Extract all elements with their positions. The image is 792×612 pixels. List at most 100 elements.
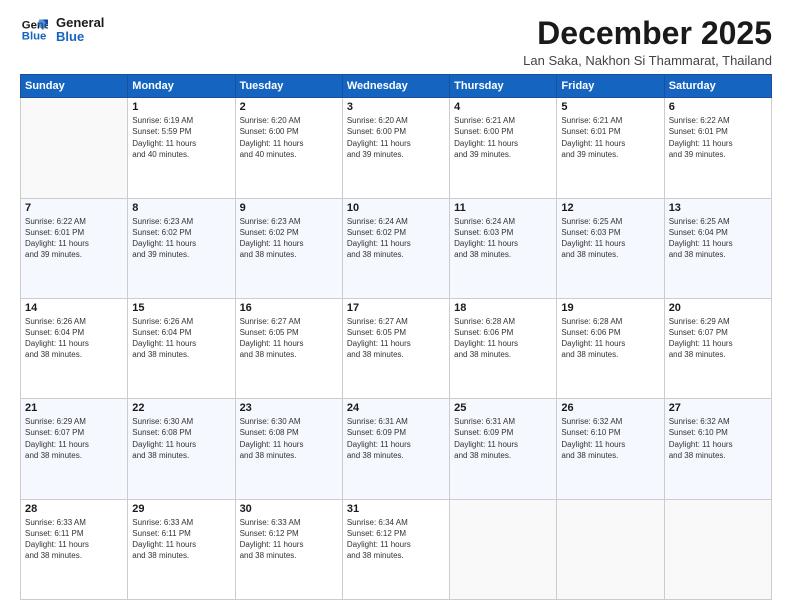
day-number: 11 — [454, 202, 552, 214]
day-info: Sunrise: 6:29 AM Sunset: 6:07 PM Dayligh… — [669, 316, 767, 361]
day-info: Sunrise: 6:33 AM Sunset: 6:12 PM Dayligh… — [240, 517, 338, 562]
calendar-day-22: 22 Sunrise: 6:30 AM Sunset: 6:08 PM Dayli… — [128, 399, 235, 499]
calendar-week-row: 7Sunrise: 6:22 AM Sunset: 6:01 PM Daylig… — [21, 198, 772, 298]
calendar-day-28: 28Sunrise: 6:33 AM Sunset: 6:11 PM Dayli… — [21, 499, 128, 599]
calendar-day-16: 16Sunrise: 6:27 AM Sunset: 6:05 PM Dayli… — [235, 298, 342, 398]
day-info: Sunrise: 6:22 AM Sunset: 6:01 PM Dayligh… — [669, 115, 767, 160]
day-number: 19 — [561, 302, 659, 314]
day-number: 5 — [561, 101, 659, 113]
logo: General Blue General Blue — [20, 16, 104, 45]
logo-blue: Blue — [56, 30, 104, 44]
day-number: 27 — [669, 402, 767, 414]
day-number: 9 — [240, 202, 338, 214]
day-number: 3 — [347, 101, 445, 113]
calendar-day-19: 19 Sunrise: 6:28 AM Sunset: 6:06 PM Dayli… — [557, 298, 664, 398]
calendar-week-row: 14 Sunrise: 6:26 AM Sunset: 6:04 PM Dayli… — [21, 298, 772, 398]
day-info: Sunrise: 6:25 AM Sunset: 6:04 PM Dayligh… — [669, 216, 767, 261]
day-number: 21 — [25, 402, 123, 414]
day-number: 29 — [132, 503, 230, 515]
svg-text:Blue: Blue — [22, 31, 47, 43]
calendar-day-21: 21 Sunrise: 6:29 AM Sunset: 6:07 PM Dayli… — [21, 399, 128, 499]
day-info: Sunrise: 6:28 AM Sunset: 6:06 PM Dayligh… — [454, 316, 552, 361]
calendar-day-10: 10Sunrise: 6:24 AM Sunset: 6:02 PM Dayli… — [342, 198, 449, 298]
calendar-day-31: 31Sunrise: 6:34 AM Sunset: 6:12 PM Dayli… — [342, 499, 449, 599]
col-header-saturday: Saturday — [664, 75, 771, 98]
empty-cell — [21, 98, 128, 198]
day-info: Sunrise: 6:22 AM Sunset: 6:01 PM Dayligh… — [25, 216, 123, 261]
day-info: Sunrise: 6:33 AM Sunset: 6:11 PM Dayligh… — [132, 517, 230, 562]
title-block: December 2025 Lan Saka, Nakhon Si Thamma… — [523, 16, 772, 68]
calendar-day-11: 11 Sunrise: 6:24 AM Sunset: 6:03 PM Dayli… — [450, 198, 557, 298]
day-number: 12 — [561, 202, 659, 214]
calendar-day-17: 17Sunrise: 6:27 AM Sunset: 6:05 PM Dayli… — [342, 298, 449, 398]
logo-general: General — [56, 16, 104, 30]
calendar-day-23: 23 Sunrise: 6:30 AM Sunset: 6:08 PM Dayli… — [235, 399, 342, 499]
day-info: Sunrise: 6:27 AM Sunset: 6:05 PM Dayligh… — [240, 316, 338, 361]
calendar-day-14: 14 Sunrise: 6:26 AM Sunset: 6:04 PM Dayli… — [21, 298, 128, 398]
day-info: Sunrise: 6:26 AM Sunset: 6:04 PM Dayligh… — [25, 316, 123, 361]
day-info: Sunrise: 6:20 AM Sunset: 6:00 PM Dayligh… — [347, 115, 445, 160]
day-number: 1 — [132, 101, 230, 113]
day-number: 15 — [132, 302, 230, 314]
col-header-monday: Monday — [128, 75, 235, 98]
day-number: 4 — [454, 101, 552, 113]
day-info: Sunrise: 6:21 AM Sunset: 6:00 PM Dayligh… — [454, 115, 552, 160]
day-number: 23 — [240, 402, 338, 414]
calendar-day-5: 5 Sunrise: 6:21 AM Sunset: 6:01 PM Daylig… — [557, 98, 664, 198]
col-header-thursday: Thursday — [450, 75, 557, 98]
day-info: Sunrise: 6:30 AM Sunset: 6:08 PM Dayligh… — [132, 416, 230, 461]
empty-cell — [557, 499, 664, 599]
day-info: Sunrise: 6:33 AM Sunset: 6:11 PM Dayligh… — [25, 517, 123, 562]
day-info: Sunrise: 6:30 AM Sunset: 6:08 PM Dayligh… — [240, 416, 338, 461]
day-number: 14 — [25, 302, 123, 314]
empty-cell — [664, 499, 771, 599]
day-number: 26 — [561, 402, 659, 414]
month-title: December 2025 — [523, 16, 772, 51]
day-number: 30 — [240, 503, 338, 515]
day-number: 25 — [454, 402, 552, 414]
day-info: Sunrise: 6:24 AM Sunset: 6:03 PM Dayligh… — [454, 216, 552, 261]
day-info: Sunrise: 6:31 AM Sunset: 6:09 PM Dayligh… — [454, 416, 552, 461]
col-header-sunday: Sunday — [21, 75, 128, 98]
day-info: Sunrise: 6:32 AM Sunset: 6:10 PM Dayligh… — [669, 416, 767, 461]
day-info: Sunrise: 6:21 AM Sunset: 6:01 PM Dayligh… — [561, 115, 659, 160]
day-info: Sunrise: 6:20 AM Sunset: 6:00 PM Dayligh… — [240, 115, 338, 160]
calendar-day-30: 30 Sunrise: 6:33 AM Sunset: 6:12 PM Dayli… — [235, 499, 342, 599]
day-info: Sunrise: 6:23 AM Sunset: 6:02 PM Dayligh… — [240, 216, 338, 261]
day-number: 24 — [347, 402, 445, 414]
calendar-day-7: 7Sunrise: 6:22 AM Sunset: 6:01 PM Daylig… — [21, 198, 128, 298]
calendar-day-4: 4 Sunrise: 6:21 AM Sunset: 6:00 PM Daylig… — [450, 98, 557, 198]
day-number: 8 — [132, 202, 230, 214]
calendar-table: SundayMondayTuesdayWednesdayThursdayFrid… — [20, 74, 772, 600]
logo-icon: General Blue — [20, 16, 48, 44]
calendar-day-27: 27 Sunrise: 6:32 AM Sunset: 6:10 PM Dayli… — [664, 399, 771, 499]
day-number: 18 — [454, 302, 552, 314]
calendar-day-2: 2 Sunrise: 6:20 AM Sunset: 6:00 PM Daylig… — [235, 98, 342, 198]
empty-cell — [450, 499, 557, 599]
calendar-day-12: 12 Sunrise: 6:25 AM Sunset: 6:03 PM Dayli… — [557, 198, 664, 298]
day-number: 22 — [132, 402, 230, 414]
day-info: Sunrise: 6:25 AM Sunset: 6:03 PM Dayligh… — [561, 216, 659, 261]
calendar-day-13: 13 Sunrise: 6:25 AM Sunset: 6:04 PM Dayli… — [664, 198, 771, 298]
calendar-day-18: 18 Sunrise: 6:28 AM Sunset: 6:06 PM Dayli… — [450, 298, 557, 398]
calendar-day-15: 15Sunrise: 6:26 AM Sunset: 6:04 PM Dayli… — [128, 298, 235, 398]
calendar-day-25: 25 Sunrise: 6:31 AM Sunset: 6:09 PM Dayli… — [450, 399, 557, 499]
calendar-week-row: 28Sunrise: 6:33 AM Sunset: 6:11 PM Dayli… — [21, 499, 772, 599]
calendar-day-8: 8Sunrise: 6:23 AM Sunset: 6:02 PM Daylig… — [128, 198, 235, 298]
day-number: 6 — [669, 101, 767, 113]
day-number: 31 — [347, 503, 445, 515]
day-info: Sunrise: 6:24 AM Sunset: 6:02 PM Dayligh… — [347, 216, 445, 261]
calendar-day-26: 26 Sunrise: 6:32 AM Sunset: 6:10 PM Dayli… — [557, 399, 664, 499]
calendar-day-20: 20Sunrise: 6:29 AM Sunset: 6:07 PM Dayli… — [664, 298, 771, 398]
page: General Blue General Blue December 2025 … — [0, 0, 792, 612]
day-info: Sunrise: 6:28 AM Sunset: 6:06 PM Dayligh… — [561, 316, 659, 361]
day-number: 13 — [669, 202, 767, 214]
day-info: Sunrise: 6:19 AM Sunset: 5:59 PM Dayligh… — [132, 115, 230, 160]
calendar-day-1: 1 Sunrise: 6:19 AM Sunset: 5:59 PM Daylig… — [128, 98, 235, 198]
day-number: 2 — [240, 101, 338, 113]
day-number: 17 — [347, 302, 445, 314]
calendar-day-24: 24Sunrise: 6:31 AM Sunset: 6:09 PM Dayli… — [342, 399, 449, 499]
day-info: Sunrise: 6:32 AM Sunset: 6:10 PM Dayligh… — [561, 416, 659, 461]
col-header-friday: Friday — [557, 75, 664, 98]
day-info: Sunrise: 6:29 AM Sunset: 6:07 PM Dayligh… — [25, 416, 123, 461]
